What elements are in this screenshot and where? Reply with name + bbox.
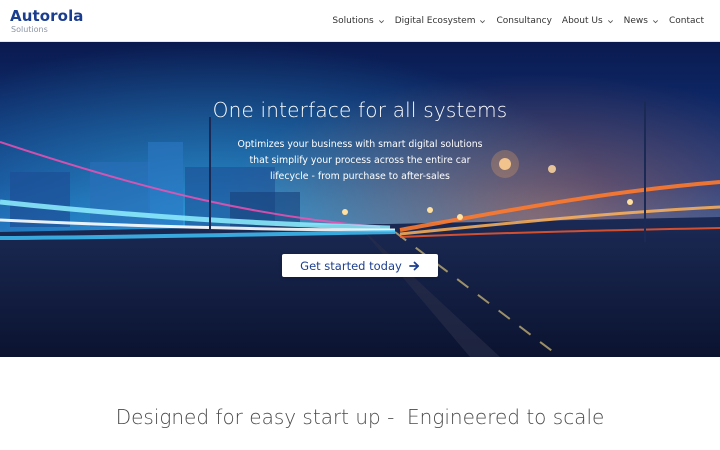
nav-label: About Us [561,16,603,26]
section-title: Designed for easy start up - Engineered … [115,405,605,429]
hero-banner: One interface for all systems Optimizes … [0,42,720,357]
chevron-down-icon [652,19,658,23]
autorola-logo[interactable]: Autorola Solutions [10,7,84,34]
hero-title: One interface for all systems [212,98,508,122]
hero-background-image [0,42,720,357]
site-header: Autorola Solutions Solutions Digital Eco… [0,0,720,42]
nav-label: Consultancy [496,16,552,26]
chevron-down-icon [378,19,384,23]
nav-label: Solutions [332,16,374,26]
chevron-down-icon [480,19,486,23]
nav-item-solutions[interactable]: Solutions [332,16,384,26]
nav-item-news[interactable]: News [624,16,659,26]
logo-subtitle: Solutions [11,25,48,34]
nav-item-consultancy[interactable]: Consultancy [496,16,551,26]
get-started-button[interactable]: Get started today [282,254,438,277]
chevron-down-icon [607,19,613,23]
hero-subtitle: Optimizes your business with smart digit… [237,139,483,182]
main-nav: Solutions Digital Ecosystem Consultancy … [322,0,704,42]
nav-label: Digital Ecosystem [394,16,476,26]
arrow-right-icon [408,261,419,270]
nav-item-contact[interactable]: Contact [669,16,704,26]
nav-label: Contact [668,16,704,26]
get-started-label: Get started today [300,258,402,273]
nav-label: News [623,16,648,26]
nav-item-about-us[interactable]: About Us [562,16,614,26]
nav-item-digital-ecosystem[interactable]: Digital Ecosystem [395,16,487,26]
logo-brand: Autorola [10,7,84,25]
